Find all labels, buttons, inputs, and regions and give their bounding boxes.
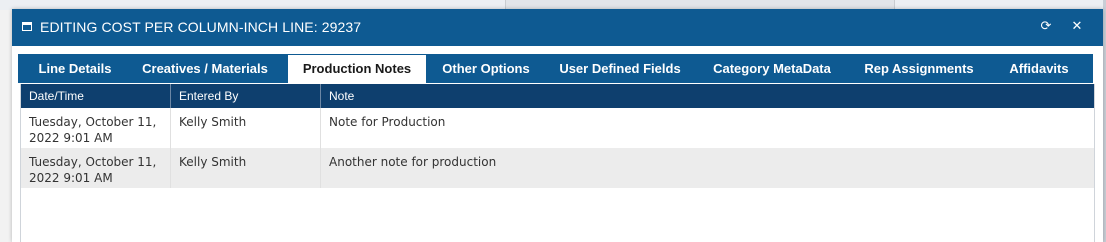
grid-header: Date/Time Entered By Note	[21, 84, 1094, 108]
dialog-titlebar: EDITING COST PER COLUMN-INCH LINE: 29237…	[12, 9, 1103, 46]
tab-production-notes[interactable]: Production Notes	[288, 55, 426, 83]
column-header-note[interactable]: Note	[321, 84, 1094, 108]
column-header-entered-by[interactable]: Entered By	[171, 84, 321, 108]
tab-user-defined-fields[interactable]: User Defined Fields	[550, 55, 690, 83]
cell-note: Note for Production	[329, 115, 446, 129]
tab-affidavits[interactable]: Affidavits	[996, 55, 1082, 83]
tab-line-details[interactable]: Line Details	[24, 55, 126, 83]
column-header-date-time[interactable]: Date/Time	[21, 84, 171, 108]
refresh-icon[interactable]: ⟳	[1037, 18, 1055, 36]
dialog-title: EDITING COST PER COLUMN-INCH LINE: 29237	[40, 19, 362, 35]
cell-date-time: Tuesday, October 11, 2022 9:01 AM	[21, 148, 171, 188]
table-row[interactable]: Tuesday, October 11, 2022 9:01 AM Kelly …	[21, 108, 1094, 148]
tab-bar: Line Details Creatives / Materials Produ…	[18, 54, 1093, 83]
tab-other-options[interactable]: Other Options	[432, 55, 540, 83]
tab-creatives-materials[interactable]: Creatives / Materials	[130, 55, 280, 83]
tab-rep-assignments[interactable]: Rep Assignments	[854, 55, 984, 83]
cell-note: Another note for production	[329, 155, 497, 169]
cell-date-time: Tuesday, October 11, 2022 9:01 AM	[21, 108, 171, 148]
cell-entered-by: Kelly Smith	[171, 148, 321, 188]
table-row[interactable]: Tuesday, October 11, 2022 9:01 AM Kelly …	[21, 148, 1094, 188]
production-notes-grid: Date/Time Entered By Note Tuesday, Octob…	[20, 84, 1095, 242]
tab-category-metadata[interactable]: Category MetaData	[702, 55, 842, 83]
window-icon	[22, 22, 32, 31]
edit-line-dialog: EDITING COST PER COLUMN-INCH LINE: 29237…	[12, 9, 1103, 242]
close-icon[interactable]: ✕	[1068, 18, 1086, 36]
cell-entered-by: Kelly Smith	[171, 108, 321, 148]
